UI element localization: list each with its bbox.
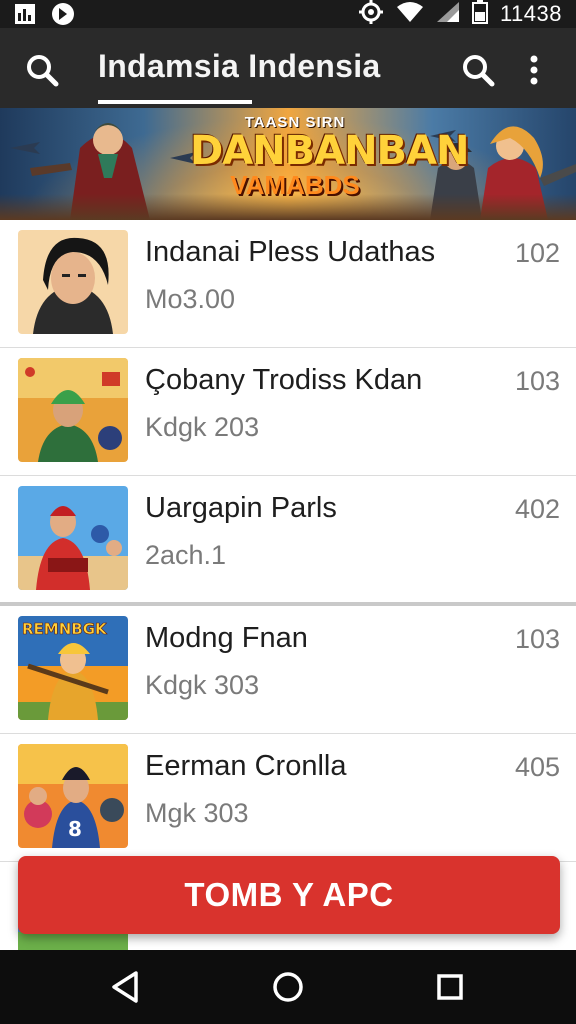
list-item-subtitle: Mo3.00 — [145, 284, 236, 314]
status-bar: 11438 — [0, 0, 576, 28]
home-icon[interactable] — [268, 967, 308, 1007]
list-item-title: Indanai Pless Udathas — [145, 236, 436, 268]
list-item-title: Modng Fnan — [145, 622, 308, 654]
gallery-icon — [14, 3, 38, 30]
back-icon[interactable] — [106, 967, 146, 1007]
wifi-icon — [396, 1, 424, 28]
list-item-subtitle: 2ach.1 — [145, 540, 227, 570]
list-item-thumbnail — [18, 486, 128, 590]
banner-headline: DANBANBAN — [190, 128, 469, 174]
promo-banner[interactable]: TAASN SIRN DANBANBAN VAMABDS — [0, 108, 576, 220]
list-item-subtitle: Mgk 303 — [145, 798, 249, 828]
tab-indicator — [98, 100, 252, 104]
recents-icon[interactable] — [430, 967, 470, 1007]
list-item-subtitle: Kdgk 203 — [145, 412, 260, 442]
notification-icon — [50, 2, 76, 31]
app-bar: Indamsia Indensia — [0, 28, 576, 108]
svg-text:REMNBGK: REMNBGK — [22, 620, 108, 638]
list-item[interactable]: REMNBGK Modng Fnan Kdgk 303 103 — [0, 606, 576, 734]
signal-icon — [436, 1, 460, 28]
list-item-title: Uargapin Parls — [145, 492, 337, 524]
banner-subtitle: VAMABDS — [230, 170, 360, 200]
list-item[interactable]: 8 Eerman Cronlla Mgk 303 405 — [0, 734, 576, 862]
list-item-count: 402 — [514, 494, 560, 524]
list-item-title: Eerman Cronlla — [145, 750, 347, 782]
list-item[interactable]: Çobany Trodiss Kdan Kdgk 203 103 — [0, 348, 576, 476]
primary-action-button[interactable]: TOMB Y APC — [18, 856, 560, 934]
list-item-count: 103 — [514, 624, 560, 654]
status-time: 11438 — [499, 1, 562, 26]
app-list: Indanai Pless Udathas Mo3.00 102 Çobany … — [0, 220, 576, 950]
system-nav-bar — [0, 950, 576, 1024]
list-item-thumbnail: REMNBGK — [18, 616, 128, 720]
banner-text: TAASN SIRN DANBANBAN VAMABDS — [190, 114, 469, 200]
list-item-thumbnail — [18, 358, 128, 462]
list-item[interactable]: Indanai Pless Udathas Mo3.00 102 — [0, 220, 576, 348]
settings-icon — [358, 0, 384, 30]
page-title[interactable]: Indamsia Indensia — [98, 48, 381, 85]
list-item-subtitle: Kdgk 303 — [145, 670, 260, 700]
battery-icon — [471, 0, 488, 29]
list-item-thumbnail: 8 — [18, 744, 128, 848]
list-item-count: 103 — [514, 366, 560, 396]
list-item[interactable]: Uargapin Parls 2ach.1 402 — [0, 476, 576, 606]
svg-text:8: 8 — [68, 817, 82, 841]
list-item-thumbnail — [18, 230, 128, 334]
list-item-count: 405 — [514, 752, 560, 782]
list-item-count: 102 — [514, 238, 560, 268]
search-icon[interactable] — [22, 50, 62, 90]
more-vert-icon[interactable] — [514, 50, 554, 90]
list-item-title: Çobany Trodiss Kdan — [145, 364, 423, 396]
search-icon[interactable] — [458, 50, 498, 90]
